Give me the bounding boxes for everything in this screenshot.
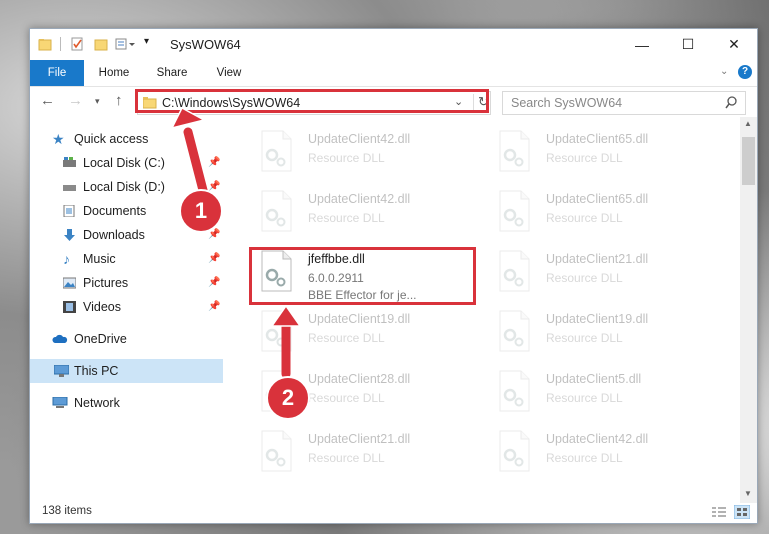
step-1-badge: 1 bbox=[179, 189, 223, 233]
arrow-1 bbox=[170, 106, 210, 203]
step-2-badge: 2 bbox=[266, 376, 310, 420]
annotation-layer bbox=[170, 106, 302, 379]
arrow-2 bbox=[270, 304, 302, 379]
